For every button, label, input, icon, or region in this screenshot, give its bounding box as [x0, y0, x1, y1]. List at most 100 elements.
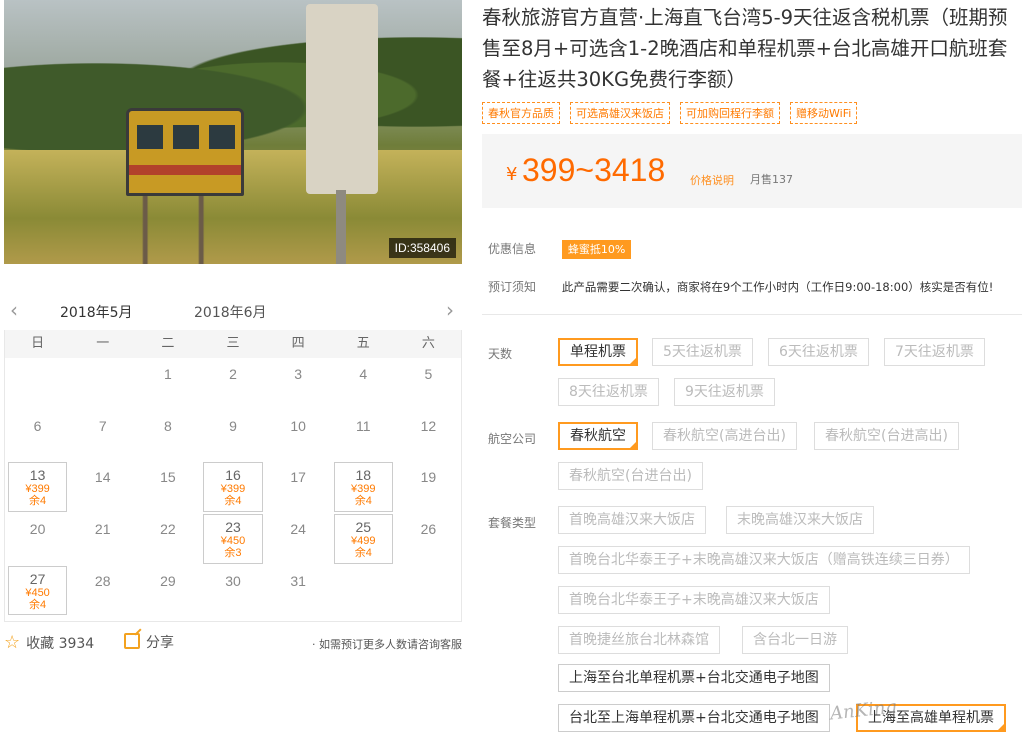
weekday-label: 五 [356, 336, 370, 351]
option-days-9[interactable]: 9天往返机票 [674, 378, 775, 406]
day-number: 20 [29, 521, 46, 538]
weekday-label: 二 [161, 336, 175, 351]
option-airline-tp-tp[interactable]: 春秋航空(台进台出) [558, 462, 703, 490]
day-number: 4 [359, 366, 368, 382]
calendar-day: 1 [135, 358, 200, 410]
option-package[interactable]: 含台北一日游 [742, 626, 848, 654]
calendar-day [331, 565, 396, 617]
day-number: 7 [98, 417, 107, 434]
calendar-day: 17 [266, 461, 331, 513]
calendar-header: ‹ 2018年5月 2018年6月 › [4, 292, 462, 335]
chevron-left-icon[interactable]: ‹ [10, 300, 18, 320]
chevron-right-icon[interactable]: › [446, 300, 454, 320]
weekday-label: 三 [226, 336, 240, 351]
option-package[interactable]: 首晚台北华泰王子+末晚高雄汉来大饭店（赠高铁连续三日券） [558, 546, 970, 574]
currency-symbol: ¥ [506, 164, 518, 185]
tab-month-june[interactable]: 2018年6月 [194, 302, 267, 322]
calendar-day-available[interactable]: 13 ¥399 余4 [8, 462, 68, 513]
calendar-day: 4 [331, 358, 396, 410]
day-number: 15 [160, 469, 176, 486]
option-package[interactable]: 首晚捷丝旅台北林森馆 [558, 626, 720, 654]
calendar-day [396, 565, 461, 617]
day-number: 31 [290, 572, 306, 589]
calendar-day: 14 [70, 461, 135, 513]
train-stripe [129, 165, 241, 175]
product-tag: 可选高雄汉来饭店 [570, 102, 670, 124]
photo-train [126, 108, 244, 196]
price-range: 399~3418 [522, 152, 666, 188]
day-number: 27 [29, 570, 46, 587]
option-days-oneway[interactable]: 单程机票 [558, 338, 638, 366]
calendar-day: 31 [266, 565, 331, 617]
day-number: 8 [163, 417, 172, 434]
option-package[interactable]: 首晚台北华泰王子+末晚高雄汉来大饭店 [558, 586, 830, 614]
option-days-7[interactable]: 7天往返机票 [884, 338, 985, 366]
airline-label: 航空公司 [488, 432, 537, 446]
calendar-day: 12 [396, 410, 461, 462]
weekday-label: 六 [421, 336, 435, 351]
day-number: 13 [29, 467, 46, 484]
calendar-day-available[interactable]: 25 ¥499 余4 [333, 514, 393, 564]
day-number: 30 [225, 572, 241, 589]
calendar: 日 一 二 三 四 五 六 1 2 3 4 5 6 7 8 9 10 11 12 13 ¥399 余4 14 1… [4, 330, 462, 622]
calendar-day: 2 [200, 358, 265, 410]
day-number: 16 [225, 467, 241, 484]
calendar-day: 5 [396, 358, 461, 410]
train-window [209, 125, 235, 149]
calendar-day: 30 [200, 565, 265, 617]
option-package[interactable]: 首晚高雄汉来大饭店 [558, 506, 706, 534]
calendar-day-available[interactable]: 16 ¥399 余4 [203, 462, 263, 513]
day-stock: 余4 [224, 495, 242, 508]
monthly-sales: 月售137 [750, 173, 793, 186]
day-number: 5 [424, 366, 433, 382]
photo-id-tag: ID:358406 [388, 238, 456, 258]
calendar-day: 10 [266, 410, 331, 462]
calendar-day: 28 [70, 565, 135, 617]
notice-text: 此产品需要二次确认，商家将在9个工作小时内（工作日9:00-18:00）核实是否… [561, 280, 994, 294]
option-days-5[interactable]: 5天往返机票 [652, 338, 753, 366]
option-package[interactable]: 上海至台北单程机票+台北交通电子地图 [558, 664, 830, 692]
calendar-day: 6 [5, 410, 70, 462]
day-number: 21 [94, 521, 111, 538]
option-days-8[interactable]: 8天往返机票 [558, 378, 659, 406]
weekday-label: 四 [291, 336, 305, 351]
calendar-day: 26 [396, 513, 461, 565]
calendar-day: 9 [200, 410, 265, 462]
day-price: ¥499 [351, 535, 376, 548]
day-price: ¥399 [25, 483, 50, 496]
price-note-link[interactable]: 价格说明 [690, 172, 734, 188]
calendar-day-available[interactable]: 23 ¥450 余3 [203, 514, 263, 564]
share-button[interactable]: 分享 [124, 632, 174, 652]
calendar-day: 20 [5, 513, 70, 565]
price-box: ¥ 399~3418 价格说明 月售137 [482, 134, 1022, 208]
option-days-6[interactable]: 6天往返机票 [768, 338, 869, 366]
calendar-day: 24 [266, 513, 331, 565]
favorite-label: 收藏 3934 [26, 636, 95, 652]
option-airline-kh-tp[interactable]: 春秋航空(高进台出) [652, 422, 797, 450]
calendar-day: 3 [266, 358, 331, 410]
option-airline-spring[interactable]: 春秋航空 [558, 422, 638, 450]
day-number: 29 [160, 572, 176, 589]
day-stock: 余4 [354, 547, 372, 560]
photo-sign-pole [336, 190, 346, 264]
photo-track [134, 196, 214, 264]
calendar-day-available[interactable]: 18 ¥399 余4 [333, 462, 393, 513]
calendar-day-available[interactable]: 27 ¥450 余4 [8, 565, 68, 616]
notice-row: 预订须知 此产品需要二次确认，商家将在9个工作小时内（工作日9:00-18:00… [488, 278, 993, 295]
share-icon [124, 633, 140, 649]
option-package[interactable]: 末晚高雄汉来大饭店 [726, 506, 874, 534]
product-title: 春秋旅游官方直营·上海直飞台湾5-9天往返含税机票（班期预售至8月+可选含1-2… [482, 6, 1008, 91]
weekday-label: 日 [31, 336, 45, 351]
day-number: 17 [290, 469, 306, 486]
option-airline-tp-kh[interactable]: 春秋航空(台进高出) [814, 422, 959, 450]
day-stock: 余4 [29, 495, 47, 508]
day-number: 11 [356, 417, 371, 434]
day-number: 19 [420, 469, 437, 486]
calendar-day: 15 [135, 461, 200, 513]
option-package[interactable]: 台北至上海单程机票+台北交通电子地图 [558, 704, 830, 732]
day-number: 24 [290, 521, 306, 538]
section-divider [482, 314, 1022, 315]
favorite-button[interactable]: ☆ 收藏 3934 [4, 632, 94, 653]
day-number: 6 [33, 417, 42, 434]
promo-label: 优惠信息 [488, 242, 537, 256]
